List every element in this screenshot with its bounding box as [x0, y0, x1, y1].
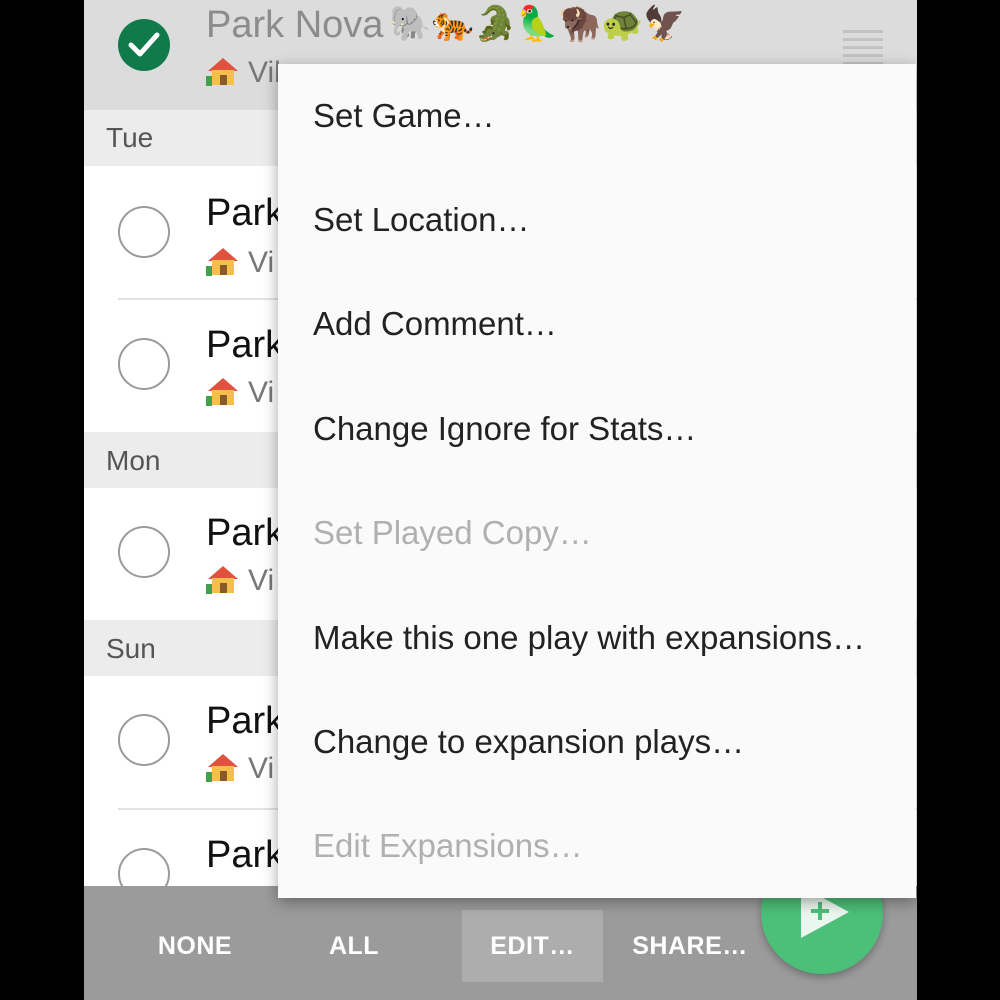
play-location: Vi	[206, 564, 274, 598]
house-icon	[206, 376, 240, 406]
play-title: Park Nova 🐘🐅🐊🦜🦬🐢🦅	[206, 4, 686, 46]
unchecked-icon[interactable]	[118, 714, 170, 766]
menu-item-set-location[interactable]: Set Location…	[278, 168, 916, 272]
edit-menu: Set Game… Set Location… Add Comment… Cha…	[278, 64, 916, 898]
menu-item-change-to-expansion-plays[interactable]: Change to expansion plays…	[278, 690, 916, 794]
house-icon	[206, 752, 240, 782]
house-icon	[206, 56, 240, 86]
menu-item-edit-expansions: Edit Expansions…	[313, 827, 583, 864]
menu-item-set-game[interactable]: Set Game…	[278, 64, 916, 168]
house-icon	[206, 564, 240, 594]
select-none-button[interactable]: NONE	[140, 910, 250, 982]
play-title: Park	[206, 834, 285, 876]
play-location: Vil	[206, 56, 281, 90]
unchecked-icon[interactable]	[118, 206, 170, 258]
select-all-button[interactable]: ALL	[304, 910, 404, 982]
game-emojis: 🐘🐅🐊🦜🦬🐢🦅	[389, 5, 686, 43]
unchecked-icon[interactable]	[118, 526, 170, 578]
play-location: Vi	[206, 376, 274, 410]
play-title: Park	[206, 324, 285, 366]
menu-item-make-play-with-expansions[interactable]: Make this one play with expansions…	[278, 586, 916, 690]
edit-button[interactable]: EDIT…	[462, 910, 603, 982]
play-location: Vi	[206, 752, 274, 786]
menu-item-add-comment[interactable]: Add Comment…	[278, 272, 916, 376]
play-title: Park	[206, 700, 285, 742]
play-title: Park	[206, 192, 285, 234]
play-location: Vi	[206, 246, 274, 280]
house-icon	[206, 246, 240, 276]
menu-item-change-ignore-stats[interactable]: Change Ignore for Stats…	[278, 377, 916, 481]
share-button[interactable]: SHARE…	[624, 910, 756, 982]
checked-icon[interactable]	[118, 19, 170, 71]
menu-item-set-played-copy: Set Played Copy…	[313, 514, 592, 551]
play-title: Park	[206, 512, 285, 554]
unchecked-icon[interactable]	[118, 338, 170, 390]
